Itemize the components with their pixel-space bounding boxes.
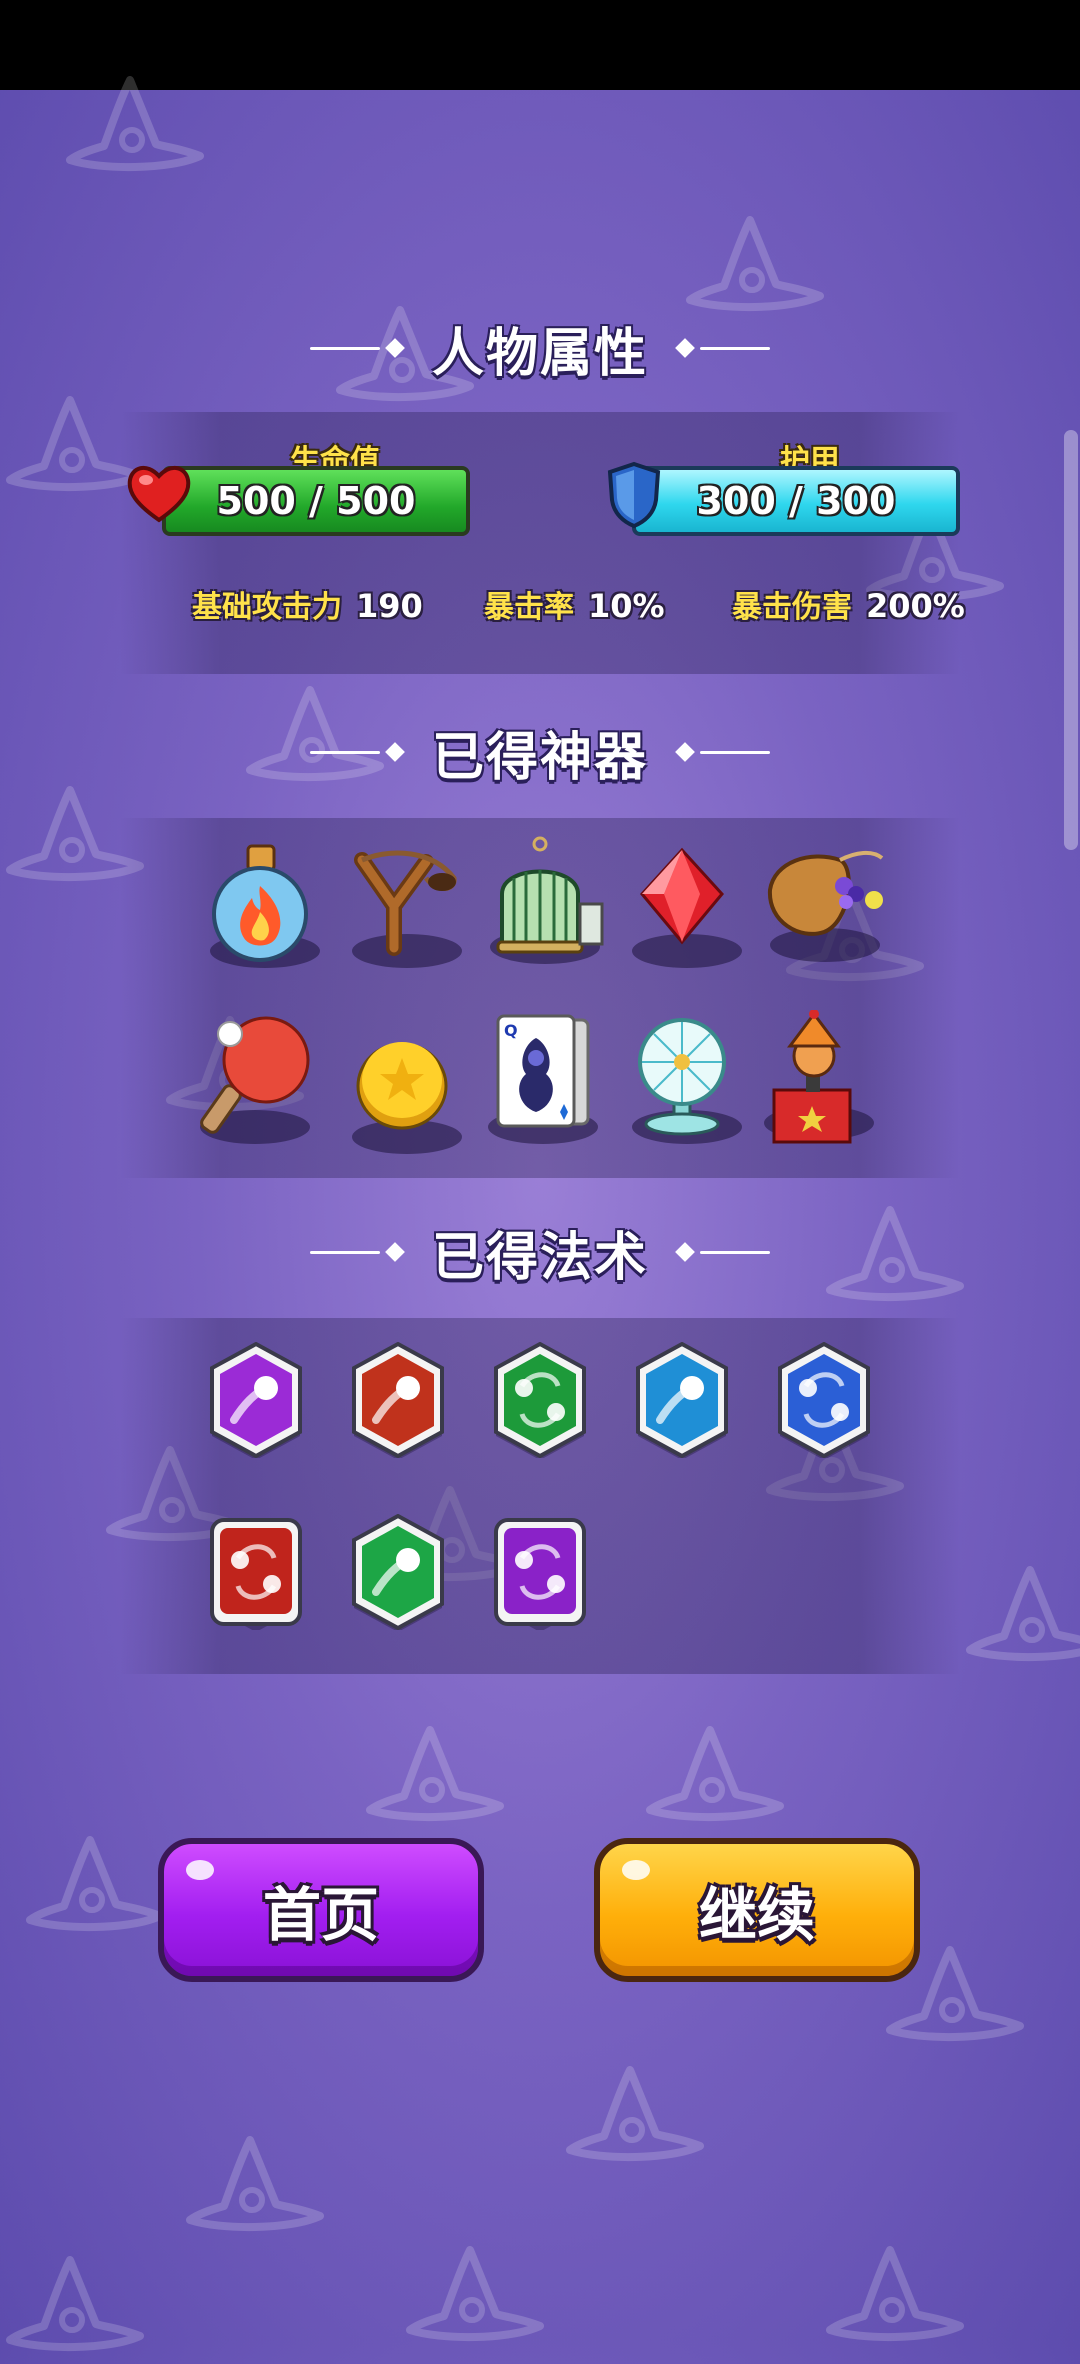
- artifacts-section-title: 已得神器: [0, 712, 1080, 792]
- title-decoration-left: [309, 1242, 410, 1262]
- svg-text:Q: Q: [504, 1021, 518, 1040]
- attributes-panel: 生命值 500 / 500 护甲 300 / 300 基础攻击力 190 暴击率 1…: [120, 412, 965, 674]
- red-gem-icon[interactable]: [622, 838, 742, 968]
- ping-pong-paddle-icon[interactable]: [190, 1014, 310, 1144]
- home-button[interactable]: 首页: [158, 1838, 484, 1982]
- wizard-hat-decoration-icon: [680, 210, 830, 320]
- spells-title: 已得法术: [431, 1227, 648, 1288]
- attack-label: 基础攻击力: [192, 590, 342, 625]
- title-decoration-left: [309, 338, 410, 358]
- armor-value: 300 / 300: [696, 479, 896, 523]
- title-decoration-right: [670, 1242, 770, 1262]
- hp-value: 500 / 500: [216, 479, 416, 523]
- wizard-hat-decoration-icon: [360, 1720, 510, 1830]
- spells-panel: [120, 1318, 960, 1674]
- attributes-section-title: 人物属性: [0, 308, 1080, 388]
- title-decoration-right: [670, 742, 770, 762]
- continue-button-label: 继续: [698, 1881, 815, 1949]
- green-orb-spell-icon[interactable]: [350, 1513, 446, 1632]
- crit-rate-stat: 暴击率 10%: [484, 582, 665, 626]
- crit-damage-value: 200%: [866, 587, 965, 625]
- attack-stat: 基础攻击力 190: [192, 582, 423, 626]
- purple-orbit-spell-icon[interactable]: [492, 1514, 588, 1632]
- title-decoration-right: [670, 338, 770, 358]
- wizard-hat-decoration-icon: [180, 2130, 330, 2240]
- spells-section-title: 已得法术: [0, 1212, 1080, 1292]
- red-orbit-spell-icon[interactable]: [208, 1514, 304, 1632]
- artifacts-panel: Q: [120, 818, 960, 1178]
- red-orb-spell-icon[interactable]: [350, 1341, 446, 1460]
- jack-in-the-box-icon[interactable]: [754, 1010, 874, 1144]
- wizard-hat-decoration-icon: [20, 1830, 170, 1940]
- wizard-hat-decoration-icon: [400, 2240, 550, 2350]
- blue-orb-spell-icon[interactable]: [634, 1341, 730, 1460]
- artifacts-title: 已得神器: [431, 727, 648, 788]
- birdcage-icon[interactable]: [480, 834, 604, 964]
- gold-coin-icon[interactable]: [342, 1024, 462, 1154]
- blue-orbit-spell-icon[interactable]: [776, 1341, 872, 1460]
- crit-rate-label: 暴击率: [484, 590, 574, 625]
- armor-bar: 300 / 300: [632, 466, 960, 536]
- crit-damage-label: 暴击伤害: [732, 590, 852, 625]
- fire-potion-icon[interactable]: [200, 838, 320, 968]
- green-orbit-spell-icon[interactable]: [492, 1341, 588, 1460]
- home-button-label: 首页: [262, 1881, 379, 1949]
- wizard-hat-decoration-icon: [560, 2060, 710, 2170]
- marble-bag-icon[interactable]: [760, 832, 884, 962]
- wizard-hat-decoration-icon: [60, 70, 210, 180]
- queen-card-icon[interactable]: Q: [478, 1014, 598, 1144]
- hp-bar: 500 / 500: [162, 466, 470, 536]
- shield-icon: [607, 461, 661, 529]
- heart-icon: [127, 465, 191, 523]
- attributes-title: 人物属性: [431, 323, 648, 384]
- wizard-hat-decoration-icon: [820, 2240, 970, 2350]
- slingshot-icon[interactable]: [342, 838, 462, 968]
- electric-fan-icon[interactable]: [622, 1014, 742, 1144]
- attack-value: 190: [356, 587, 423, 625]
- crit-rate-value: 10%: [588, 587, 665, 625]
- crit-damage-stat: 暴击伤害 200%: [732, 582, 965, 626]
- continue-button[interactable]: 继续: [594, 1838, 920, 1982]
- title-decoration-left: [309, 742, 410, 762]
- wizard-hat-decoration-icon: [640, 1720, 790, 1830]
- purple-orb-spell-icon[interactable]: [208, 1341, 304, 1460]
- wizard-hat-decoration-icon: [960, 1560, 1080, 1670]
- wizard-hat-decoration-icon: [0, 2250, 150, 2360]
